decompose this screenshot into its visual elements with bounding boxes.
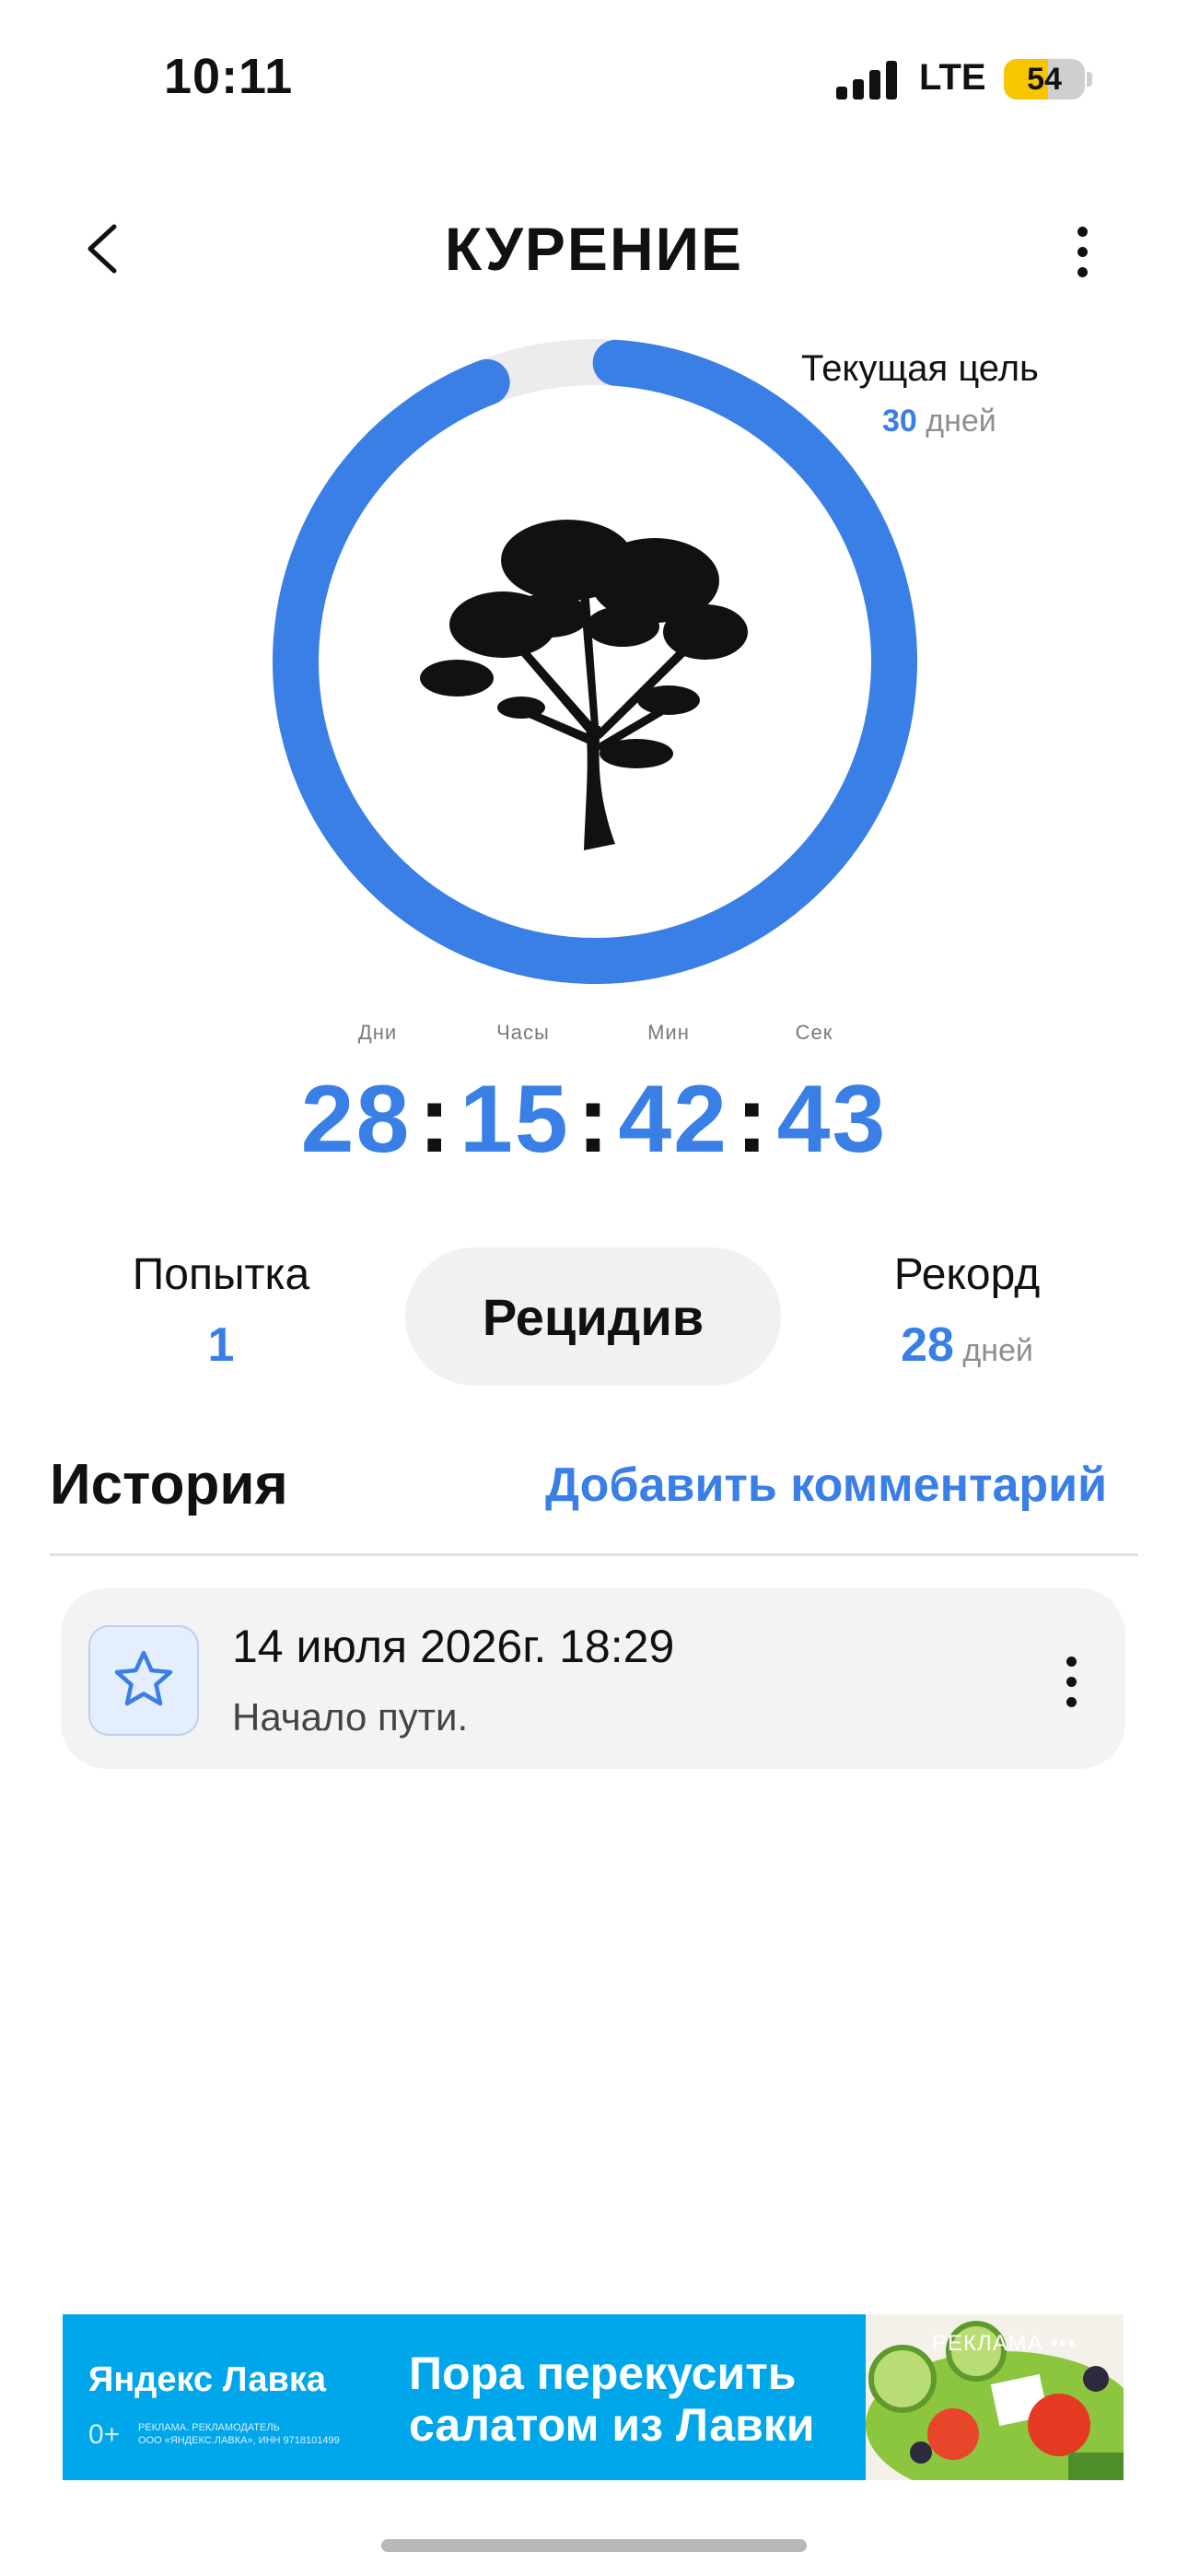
record-label: Рекорд — [893, 1250, 1041, 1299]
home-indicator[interactable] — [381, 2539, 807, 2552]
ad-headline: Пора перекусить салатом из Лавки — [409, 2348, 815, 2451]
timer-seconds: 43 — [776, 1066, 888, 1173]
battery-level: 54 — [1027, 62, 1062, 97]
history-title: История — [50, 1453, 288, 1516]
goal-unit: дней — [926, 404, 996, 439]
progress-arc — [273, 339, 917, 984]
progress-ring — [273, 339, 917, 984]
network-type: LTE — [919, 57, 986, 98]
timer-unit-hours: Часы — [496, 1021, 550, 1044]
timer-separator: : — [736, 1066, 770, 1173]
timer-minutes: 42 — [618, 1066, 728, 1173]
record-value: 28 дней — [856, 1317, 1077, 1373]
ad-headline-line: салатом из Лавки — [409, 2399, 815, 2451]
star-icon — [88, 1625, 199, 1736]
goal-value: 30 дней — [882, 404, 996, 439]
timer-separator: : — [418, 1066, 452, 1173]
attempt-label: Попытка — [132, 1250, 310, 1299]
goal-label: Текущая цель — [801, 348, 1039, 389]
ad-age-rating: 0+ — [88, 2419, 121, 2450]
page-title: КУРЕНИЕ — [444, 215, 744, 283]
tree-icon — [420, 520, 748, 850]
battery-tip — [1087, 72, 1092, 87]
ad-disclaimer: РЕКЛАМА. РЕКЛАМОДАТЕЛЬ ООО «ЯНДЕКС.ЛАВКА… — [138, 2421, 340, 2447]
ad-disclaimer-line: РЕКЛАМА. РЕКЛАМОДАТЕЛЬ — [138, 2422, 280, 2433]
more-vertical-icon[interactable] — [1068, 225, 1096, 280]
timer-days: 28 — [300, 1066, 412, 1173]
timer-hours: 15 — [459, 1066, 570, 1173]
ad-headline-line: Пора перекусить — [409, 2348, 797, 2399]
signal-icon — [836, 61, 897, 100]
record-unit: дней — [962, 1333, 1033, 1368]
add-comment-link[interactable]: Добавить комментарий — [545, 1458, 1107, 1513]
divider — [50, 1553, 1138, 1556]
history-entry-text: Начало пути. — [232, 1695, 469, 1739]
history-entry-date: 14 июля 2026г. 18:29 — [232, 1621, 675, 1672]
timer-separator: : — [577, 1066, 611, 1173]
battery-icon: 54 — [1004, 59, 1085, 100]
ad-brand: Яндекс Лавка — [88, 2360, 326, 2399]
ad-label[interactable]: РЕКЛАМА ••• — [932, 2331, 1077, 2357]
streak-timer: 28:15:42:43 — [0, 1065, 1188, 1175]
attempt-value: 1 — [207, 1318, 235, 1372]
more-vertical-icon[interactable] — [1057, 1655, 1085, 1710]
ad-disclaimer-line: ООО «ЯНДЕКС.ЛАВКА», ИНН 9718101499 — [138, 2435, 340, 2446]
relapse-button[interactable]: Рецидив — [405, 1247, 781, 1386]
timer-unit-seconds: Сек — [795, 1021, 833, 1044]
goal-days: 30 — [882, 404, 917, 439]
status-time: 10:11 — [164, 49, 294, 104]
history-entry[interactable] — [61, 1588, 1125, 1769]
record-days: 28 — [901, 1318, 954, 1372]
timer-unit-minutes: Мин — [647, 1021, 690, 1044]
timer-unit-days: Дни — [357, 1021, 398, 1044]
